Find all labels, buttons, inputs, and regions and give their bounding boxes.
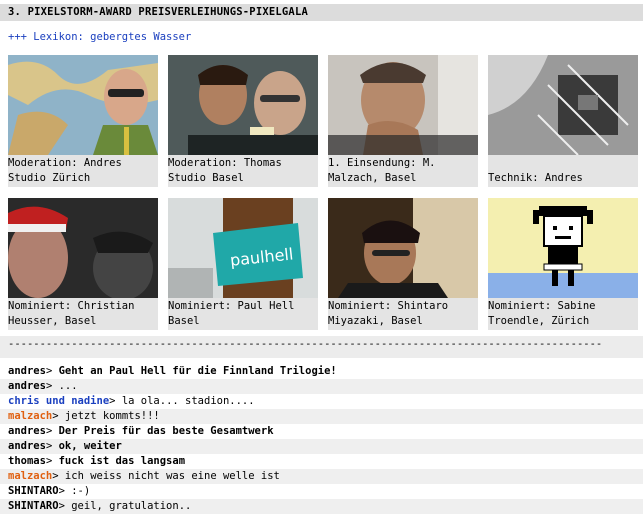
chat-line: andres> Der Preis für das beste Gesamtwe… <box>0 424 643 439</box>
chat-line: andres> ok, weiter <box>0 439 643 454</box>
chat-nick[interactable]: andres <box>8 440 46 452</box>
chat-prompt: > <box>45 455 59 467</box>
red-beanie-portrait-icon <box>8 198 158 298</box>
chat-line: andres> Geht an Paul Hell für die Finnla… <box>0 364 643 379</box>
chat-line: chris und nadine> la ola... stadion.... <box>0 394 643 409</box>
chat-line: andres> ... <box>0 379 643 394</box>
chat-prompt: > <box>109 395 122 407</box>
card-caption: Nominiert: Paul Hell Basel <box>168 300 301 327</box>
card-caption: Technik: Andres <box>488 172 583 184</box>
chat-nick[interactable]: SHINTARO <box>8 500 59 512</box>
chat-message: Der Preis für das beste Gesamtwerk <box>58 425 274 437</box>
card-moderation-andres[interactable]: Moderation: Andres Studio Zürich <box>8 55 158 187</box>
divider-line: ----------------------------------------… <box>0 336 643 358</box>
chat-prompt: > <box>58 500 72 512</box>
card-einsendung-malzach[interactable]: 1. Einsendung: M. Malzach, Basel <box>328 55 478 187</box>
chat-line: thomas> fuck ist das langsam <box>0 454 643 469</box>
card-caption: Moderation: Andres Studio Zürich <box>8 157 129 184</box>
card-caption: Moderation: Thomas Studio Basel <box>168 157 289 184</box>
chat-prompt: > <box>52 410 65 422</box>
card-nominee-sabine[interactable]: Nominiert: Sabine Troendle, Zürich <box>488 198 638 330</box>
thinking-man-portrait-icon <box>328 55 478 155</box>
chat-line: SHINTARO> geil, gratulation.. <box>0 499 643 514</box>
chat-prompt: > <box>45 380 59 392</box>
card-caption: Nominiert: Shintaro Miyazaki, Basel <box>328 300 455 327</box>
card-caption: Nominiert: Sabine Troendle, Zürich <box>488 300 602 327</box>
chat-line: SHINTARO> :-) <box>0 484 643 499</box>
chat-message: fuck ist das langsam <box>58 455 186 467</box>
card-technik-andres[interactable]: Technik: Andres <box>488 55 638 187</box>
chat-prompt: > <box>45 440 59 452</box>
chat-prompt: > <box>58 485 72 497</box>
paulhell-bottle-photo-icon: paulhell <box>168 198 318 298</box>
chat-nick[interactable]: SHINTARO <box>8 485 59 497</box>
chat-message: :-) <box>71 485 91 497</box>
two-men-portrait-icon <box>168 55 318 155</box>
world-map-portrait-icon <box>8 55 158 155</box>
chat-nick[interactable]: malzach <box>8 410 52 422</box>
chat-line: malzach> ich weiss nicht was eine welle … <box>0 469 643 484</box>
chat-message: geil, gratulation.. <box>71 500 192 512</box>
chat-message: la ola... stadion.... <box>121 395 255 407</box>
chat-nick[interactable]: andres <box>8 365 46 377</box>
tech-setup-photo-icon <box>488 55 638 155</box>
card-caption: Nominiert: Christian Heusser, Basel <box>8 300 141 327</box>
card-caption: 1. Einsendung: M. Malzach, Basel <box>328 157 442 184</box>
chat-message: jetzt kommts!!! <box>64 410 160 422</box>
card-nominee-christian[interactable]: Nominiert: Christian Heusser, Basel <box>8 198 158 330</box>
chat-line: malzach> jetzt kommts!!! <box>0 409 643 424</box>
chat-message: ... <box>58 380 78 392</box>
chat-nick[interactable]: malzach <box>8 470 52 482</box>
chat-message: Geht an Paul Hell für die Finnland Trilo… <box>58 365 337 377</box>
card-moderation-thomas[interactable]: Moderation: Thomas Studio Basel <box>168 55 318 187</box>
chat-message: ok, weiter <box>58 440 122 452</box>
chat-nick[interactable]: andres <box>8 425 46 437</box>
pixel-girl-illustration-icon <box>488 198 638 298</box>
chat-nick[interactable]: thomas <box>8 455 46 467</box>
chat-prompt: > <box>52 470 65 482</box>
chat-message: ich weiss nicht was eine welle ist <box>64 470 280 482</box>
card-nominee-shintaro[interactable]: Nominiert: Shintaro Miyazaki, Basel <box>328 198 478 330</box>
chat-prompt: > <box>45 425 59 437</box>
chat-prompt: > <box>45 365 59 377</box>
chat-log: andres> Geht an Paul Hell für die Finnla… <box>0 364 643 514</box>
chat-nick[interactable]: andres <box>8 380 46 392</box>
card-nominee-paul-hell[interactable]: paulhell Nominiert: Paul Hell Basel <box>168 198 318 330</box>
glasses-man-portrait-icon <box>328 198 478 298</box>
chat-nick[interactable]: chris und nadine <box>8 395 109 407</box>
page-title: 3. PIXELSTORM-AWARD PREISVERLEIHUNGS-PIX… <box>0 4 643 21</box>
lexikon-link[interactable]: +++ Lexikon: gebergtes Wasser <box>8 31 191 43</box>
